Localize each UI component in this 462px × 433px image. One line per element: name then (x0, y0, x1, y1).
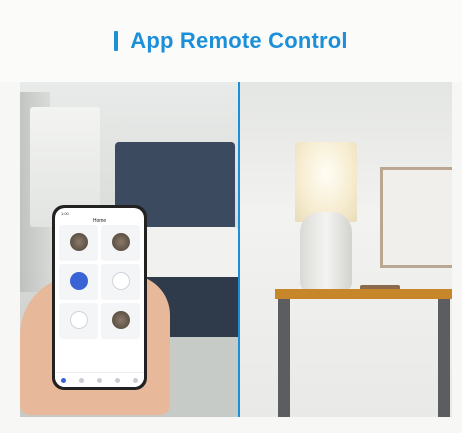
device-tile[interactable] (59, 303, 98, 339)
wall-frame (380, 167, 452, 268)
phone: 1:00 Home (52, 205, 147, 390)
phone-screen: 1:00 Home (55, 208, 144, 387)
table-top (275, 289, 452, 299)
lamp-shade (295, 142, 357, 222)
device-tile[interactable] (59, 225, 98, 261)
table-leg-left (278, 299, 290, 417)
outlet-icon (111, 272, 130, 290)
lamp-base (300, 212, 352, 292)
living-scene (240, 82, 452, 417)
tab-bar (55, 372, 144, 387)
scene-tab-icon[interactable] (79, 377, 85, 383)
header: App Remote Control (0, 0, 462, 82)
device-tile[interactable] (101, 225, 140, 261)
device-tile[interactable] (59, 264, 98, 300)
page-title: App Remote Control (130, 28, 348, 53)
home-tab-icon[interactable] (61, 377, 67, 383)
device-grid (59, 225, 140, 339)
status-time: 1:00 (61, 211, 69, 216)
settings-tab-icon[interactable] (132, 377, 138, 383)
app-title: Home (92, 218, 107, 224)
device-tab-icon[interactable] (96, 377, 102, 383)
device-tile[interactable] (101, 264, 140, 300)
camera-photo-icon (111, 311, 130, 329)
camera-photo-icon (69, 233, 88, 251)
product-card: App Remote Control 1:00 Home (0, 0, 462, 433)
power-icon (69, 272, 88, 290)
status-bar: 1:00 (55, 208, 144, 216)
camera-photo-icon (111, 233, 130, 251)
outlet-icon (69, 311, 88, 329)
device-tile[interactable] (101, 303, 140, 339)
header-accent-bar (114, 31, 119, 51)
table-leg-right (438, 299, 450, 417)
profile-tab-icon[interactable] (114, 377, 120, 383)
